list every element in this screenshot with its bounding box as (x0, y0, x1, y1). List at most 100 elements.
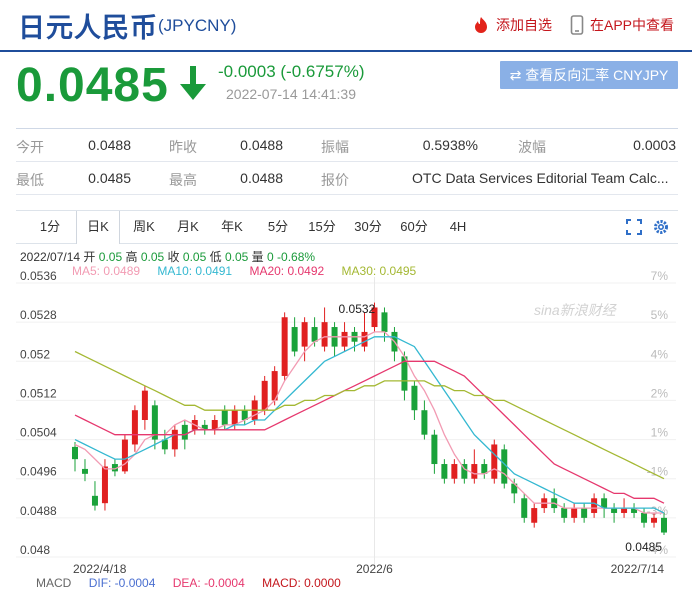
y-tick-label: 0.0536 (20, 269, 57, 283)
candle-body (471, 464, 478, 479)
candle-body (651, 517, 658, 523)
stat-value: OTC Data Services Editorial Team Calc... (412, 170, 669, 186)
stat-value: 0.0485 (88, 170, 131, 186)
tab-60min[interactable]: 60分 (394, 211, 434, 243)
ma20-line (74, 360, 665, 504)
quote-time: 2022-07-14 14:41:39 (226, 86, 356, 102)
candle-body (221, 410, 228, 425)
page-title: 日元人民币 (18, 13, 158, 43)
candle-body (91, 495, 98, 506)
stat-value: 0.0488 (240, 170, 283, 186)
candle-body (181, 424, 188, 440)
pct-tick-label: -3% (647, 504, 669, 518)
ma30-line (74, 350, 665, 480)
stat-label: 波幅 (518, 139, 546, 155)
swap-icon: ⇄ (509, 67, 522, 83)
candle-body (491, 444, 498, 479)
y-tick-label: 0.0512 (20, 386, 57, 400)
candle-body (361, 331, 368, 347)
add-favorite-button[interactable]: 添加自选 (472, 15, 552, 35)
candle-body (441, 464, 448, 479)
tab-5min[interactable]: 5分 (258, 211, 298, 243)
x-tick-label: 2022/6 (356, 562, 393, 576)
reverse-rate-label: 查看反向汇率 CNYJPY (525, 67, 669, 83)
candle-body (321, 322, 328, 347)
arrow-down-icon (180, 66, 206, 100)
stats-table: 今开 0.0488 昨收 0.0488 振幅 0.5938% 波幅 0.0003… (16, 128, 678, 195)
macd-title: MACD (36, 576, 72, 590)
candle-body (131, 410, 138, 445)
tab-1min[interactable]: 1分 (30, 211, 70, 243)
add-favorite-label: 添加自选 (496, 17, 552, 33)
header: 日元人民币 (JPYCNY) 添加自选 在APP中查看 (0, 0, 692, 52)
y-tick-label: 0.0504 (20, 426, 57, 440)
settings-icon[interactable] (653, 219, 669, 235)
candle-body (411, 385, 418, 411)
candle-body (641, 512, 648, 523)
y-tick-label: 0.0488 (20, 504, 57, 518)
macd-dea: DEA: -0.0004 (172, 576, 245, 590)
stat-label: 报价 (321, 172, 349, 188)
candle-body (611, 508, 618, 513)
pct-tick-label: 4% (651, 347, 669, 361)
reverse-rate-button[interactable]: ⇄ 查看反向汇率 CNYJPY (500, 61, 678, 89)
candle-body (381, 312, 388, 332)
tab-4h[interactable]: 4H (438, 211, 478, 243)
y-tick-label: 0.052 (20, 347, 50, 361)
candle-body (81, 468, 88, 474)
y-tick-label: 0.0528 (20, 308, 57, 322)
tab-yearly[interactable]: 年K (212, 211, 252, 243)
candle-body (311, 327, 318, 342)
x-tick-label: 2022/4/18 (73, 562, 127, 576)
macd-value: MACD: 0.0000 (262, 576, 341, 590)
x-tick-label: 2022/7/14 (611, 562, 665, 576)
candle-body (561, 508, 568, 518)
candle-body (101, 466, 108, 504)
tab-30min[interactable]: 30分 (348, 211, 388, 243)
stat-label: 最低 (16, 172, 44, 188)
price-change: -0.0003 (-0.6757%) (218, 62, 365, 81)
app-view-label: 在APP中查看 (590, 17, 675, 33)
candle-body (121, 439, 128, 472)
stats-row: 今开 0.0488 昨收 0.0488 振幅 0.5938% 波幅 0.0003 (16, 129, 678, 162)
stat-value: 0.0003 (633, 137, 676, 153)
stats-row: 最低 0.0485 最高 0.0488 报价 OTC Data Services… (16, 162, 678, 195)
candle-body (581, 508, 588, 518)
candle-body (661, 517, 667, 533)
ma10-line (74, 336, 665, 514)
current-price: 0.0485 (16, 59, 169, 112)
low-annotation: 0.0485 (625, 540, 662, 554)
fire-icon (475, 17, 487, 33)
candle-body (72, 446, 78, 460)
ma5-line (74, 331, 664, 514)
candlestick-chart: 0.0536 7% 0.0528 5% 0.052 4% 0.0512 2% 0.0504 1% 0… (16, 269, 676, 576)
period-tabs: 1分 日K 周K 月K 年K 5分 15分 30分 60分 4H (16, 210, 678, 244)
tab-weekly[interactable]: 周K (124, 211, 164, 243)
stat-label: 今开 (16, 139, 44, 155)
candle-body (531, 508, 538, 523)
candle-body (591, 498, 598, 513)
candle-body (521, 498, 528, 518)
candle-body (291, 327, 298, 352)
y-tick-label: 0.048 (20, 543, 50, 557)
tab-15min[interactable]: 15分 (302, 211, 342, 243)
fullscreen-icon[interactable] (626, 219, 642, 235)
y-tick-label: 0.0496 (20, 465, 57, 479)
tab-monthly[interactable]: 月K (168, 211, 208, 243)
pct-tick-label: 2% (651, 386, 669, 400)
candle-body (341, 331, 348, 347)
stat-value: 0.0488 (88, 137, 131, 153)
tab-daily[interactable]: 日K (76, 211, 120, 244)
pct-tick-label: 5% (651, 308, 669, 322)
high-annotation: 0.0532 (339, 302, 376, 316)
stat-value: 0.5938% (422, 137, 478, 153)
app-view-button[interactable]: 在APP中查看 (570, 15, 674, 35)
candle-body (141, 390, 148, 420)
candle-body (281, 317, 288, 376)
pct-tick-label: 1% (651, 426, 669, 440)
candle-body (171, 429, 178, 450)
macd-dif: DIF: -0.0004 (88, 576, 156, 590)
candle-body (301, 322, 308, 347)
phone-icon (570, 15, 584, 35)
candle-body (571, 508, 578, 518)
